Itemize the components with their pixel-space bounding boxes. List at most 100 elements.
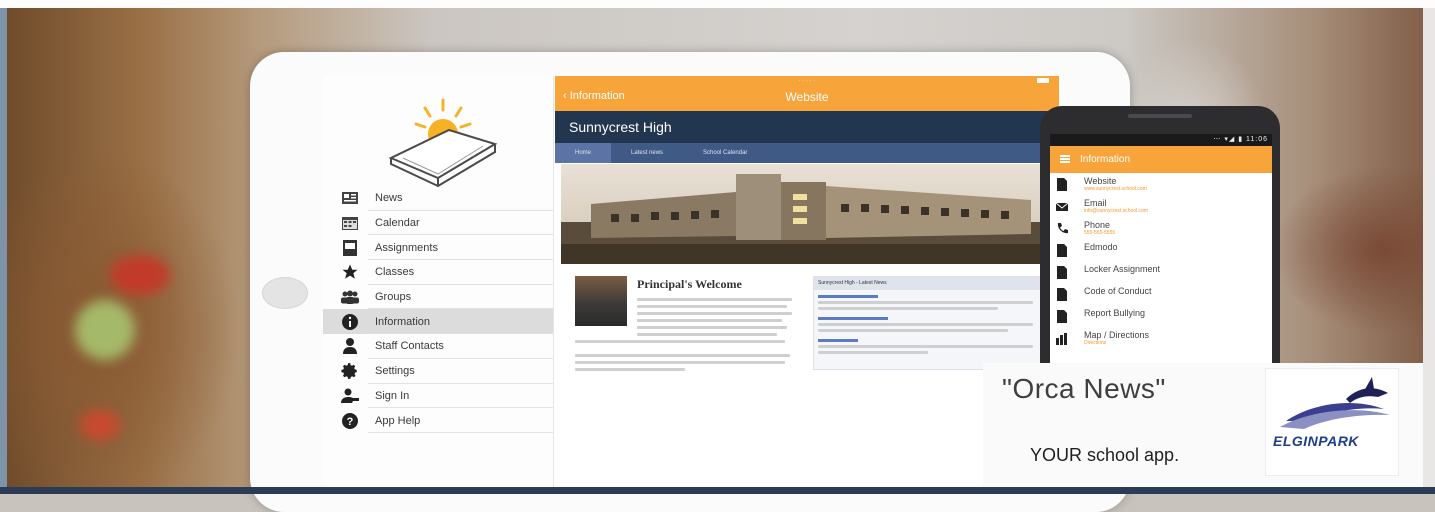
sidebar-item-label: Settings [375, 365, 415, 378]
news-link[interactable] [818, 317, 888, 320]
list-item-subtext: 555-555-5555 [1084, 230, 1116, 236]
svg-text:?: ? [347, 416, 354, 428]
background-blob [110, 255, 170, 295]
email-icon [1056, 202, 1068, 211]
news-link[interactable] [818, 339, 858, 342]
list-item-label: Locker Assignment [1084, 264, 1161, 274]
list-item-label: Website [1084, 176, 1117, 186]
status-bar: · · · · · [798, 78, 816, 84]
tablet-home-button[interactable] [262, 277, 308, 309]
phone-app-title: Information [1080, 154, 1131, 165]
tab-school-calendar[interactable]: School Calendar [683, 143, 767, 163]
list-item-label: Map / Directions [1084, 330, 1150, 340]
body-text-line [575, 354, 790, 357]
sidebar-menu: News Calendar Assignments Classes Groups… [323, 186, 553, 433]
sign-in-icon [340, 387, 360, 405]
background-blob [75, 300, 135, 360]
sidebar-item-label: App Help [375, 414, 421, 427]
news-link[interactable] [818, 295, 878, 298]
latest-news-header: Sunnycrest High - Latest News [814, 277, 1042, 290]
news-text-line [818, 301, 1033, 304]
sidebar-item-label: Classes [375, 266, 415, 279]
news-text-line [818, 351, 928, 354]
sidebar-item-sign-in[interactable]: Sign In [323, 384, 553, 409]
body-text-line [637, 305, 787, 308]
tab-home[interactable]: Home [555, 143, 612, 163]
principal-welcome-title: Principal's Welcome [637, 277, 742, 291]
body-text-line [575, 361, 785, 364]
sidebar-item-news[interactable]: News [323, 186, 553, 211]
bottom-bar [0, 487, 1435, 494]
sidebar-item-label: Groups [375, 291, 412, 304]
sidebar-item-label: Sign In [375, 389, 410, 402]
sidebar-item-label: Assignments [375, 241, 438, 254]
school-building-photo [561, 164, 1053, 264]
clipboard-icon [340, 239, 360, 257]
list-item-report-bullying[interactable]: Report Bullying [1050, 306, 1272, 328]
sidebar-item-calendar[interactable]: Calendar [323, 211, 553, 236]
document-icon [1057, 266, 1067, 279]
sidebar-item-label: Information [375, 315, 431, 328]
list-item-subtext: info@sunnycrest.school.com [1084, 208, 1148, 214]
list-item-label: Report Bullying [1084, 308, 1146, 318]
sidebar-item-app-help[interactable]: ? App Help [323, 408, 553, 433]
list-item-label: Edmodo [1084, 242, 1118, 252]
news-text-line [818, 345, 1033, 348]
phone-status-bar: ⋯ ▾◢ ▮ 11:06 [1050, 134, 1272, 146]
sidebar-item-assignments[interactable]: Assignments [323, 235, 553, 260]
list-item-email[interactable]: Email info@sunnycrest.school.com [1050, 196, 1272, 218]
list-item-map-directions[interactable]: Map / Directions Directions [1050, 328, 1272, 350]
list-item-subtext: www.sunnycrest.school.com [1084, 186, 1147, 192]
background-blob [80, 410, 120, 440]
website-navbar: · · · · · ‹ Information Website [555, 76, 1059, 111]
list-item-website[interactable]: Website www.sunnycrest.school.com [1050, 174, 1272, 196]
left-edge [0, 8, 7, 488]
newspaper-icon [340, 189, 360, 207]
website-tabs: Home Latest news School Calendar [555, 143, 1059, 163]
sidebar-item-staff-contacts[interactable]: Staff Contacts [323, 334, 553, 359]
document-icon [1057, 244, 1067, 257]
gear-icon [340, 362, 360, 380]
sidebar-item-label: Staff Contacts [375, 340, 444, 353]
top-strip [0, 0, 1435, 8]
school-name: Sunnycrest High [569, 119, 672, 135]
news-text-line [818, 307, 998, 310]
phone-speaker [1128, 114, 1192, 118]
sidebar-item-classes[interactable]: Classes [323, 260, 553, 285]
news-text-line [818, 329, 1008, 332]
star-icon [340, 263, 360, 281]
navbar-title: Website [785, 90, 829, 104]
sidebar-item-label: News [375, 192, 403, 205]
body-text-line [575, 368, 685, 371]
right-edge [1423, 8, 1435, 488]
sidebar-item-label: Calendar [375, 217, 420, 230]
body-text-line [637, 326, 787, 329]
groups-icon [340, 288, 360, 306]
app-subtitle: YOUR school app. [1030, 445, 1180, 465]
person-icon [340, 337, 360, 355]
news-text-line [818, 323, 1033, 326]
info-icon [340, 313, 360, 331]
elgin-park-logo: ELGINPARK [1265, 368, 1399, 476]
principal-photo [575, 276, 627, 326]
app-sidebar: News Calendar Assignments Classes Groups… [323, 76, 554, 494]
battery-icon [1037, 78, 1049, 83]
list-item-code-of-conduct[interactable]: Code of Conduct [1050, 284, 1272, 306]
list-item-phone[interactable]: Phone 555-555-5555 [1050, 218, 1272, 240]
book-sun-logo-icon [388, 98, 498, 188]
help-icon: ? [340, 412, 360, 430]
phone-info-list: Website www.sunnycrest.school.com Email … [1050, 174, 1272, 350]
list-item-label: Email [1084, 198, 1107, 208]
sidebar-item-groups[interactable]: Groups [323, 285, 553, 310]
list-item-locker-assignment[interactable]: Locker Assignment [1050, 262, 1272, 284]
list-item-edmodo[interactable]: Edmodo [1050, 240, 1272, 262]
sidebar-item-settings[interactable]: Settings [323, 359, 553, 384]
body-text-line [637, 312, 792, 315]
body-text-line [637, 333, 777, 336]
hamburger-menu-icon[interactable] [1060, 155, 1070, 163]
tablet-screen: News Calendar Assignments Classes Groups… [323, 76, 1059, 494]
tab-latest-news[interactable]: Latest news [611, 143, 683, 163]
body-text-line [637, 298, 792, 301]
calendar-icon [340, 214, 360, 232]
sidebar-item-information[interactable]: Information [323, 309, 553, 335]
